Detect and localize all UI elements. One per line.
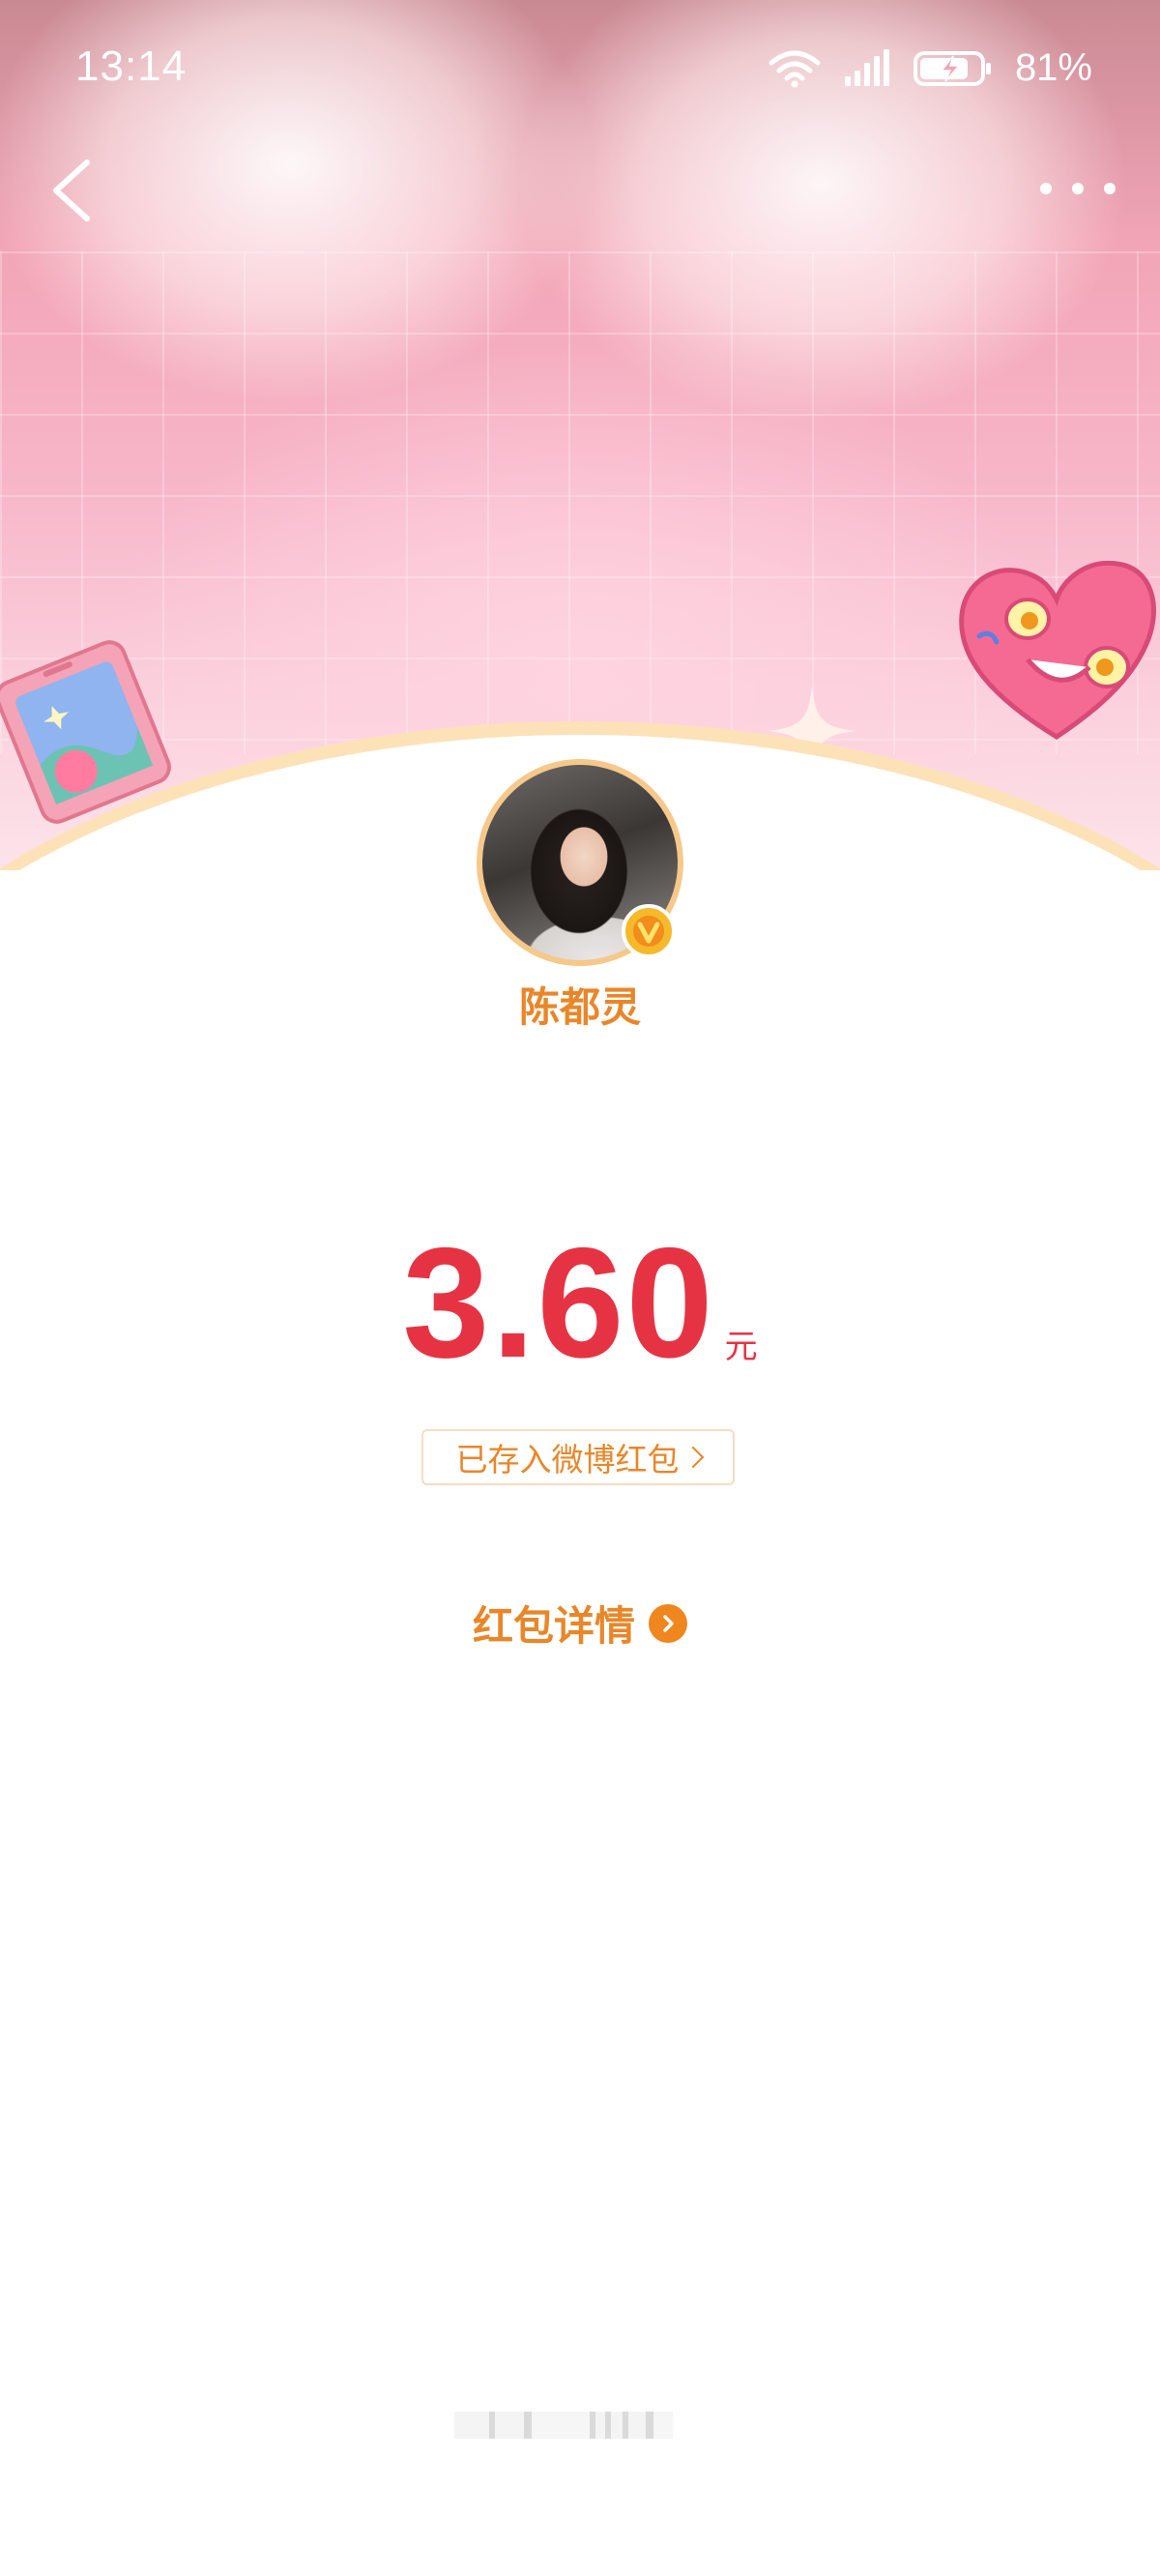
status-time: 13:14 — [75, 43, 188, 90]
cellular-signal-icon — [844, 48, 889, 86]
amount-display: 3.60 元 — [0, 1215, 1160, 1390]
details-label: 红包详情 — [472, 1602, 635, 1650]
deposit-label: 已存入微博红包 — [455, 1441, 680, 1478]
chevron-right-icon — [682, 1446, 704, 1469]
deposited-to-wallet-link[interactable]: 已存入微博红包 — [421, 1429, 735, 1485]
more-options-button[interactable] — [1034, 164, 1121, 213]
status-icons: 81% — [768, 46, 1092, 90]
amount-unit: 元 — [724, 1328, 758, 1366]
battery-percent: 81% — [1014, 46, 1092, 89]
battery-charging-icon — [913, 50, 991, 86]
red-packet-detail-page: 13:14 81% 陈都灵 3.60 元 已存入微博红包 红包详情 — [0, 0, 1160, 2576]
verified-v-badge-icon — [622, 904, 676, 958]
wifi-icon — [768, 50, 821, 87]
back-button[interactable] — [39, 155, 106, 226]
heart-sticker-icon — [959, 561, 1156, 740]
red-packet-details-button[interactable]: 红包详情 — [0, 1594, 1160, 1653]
sender-name: 陈都灵 — [518, 983, 641, 1031]
amount-value: 3.60 — [402, 1215, 715, 1390]
status-bar: 13:14 81% — [0, 0, 1160, 135]
sender-avatar[interactable] — [477, 759, 683, 966]
chevron-right-circle-icon — [649, 1603, 687, 1643]
home-indicator — [454, 2412, 706, 2439]
